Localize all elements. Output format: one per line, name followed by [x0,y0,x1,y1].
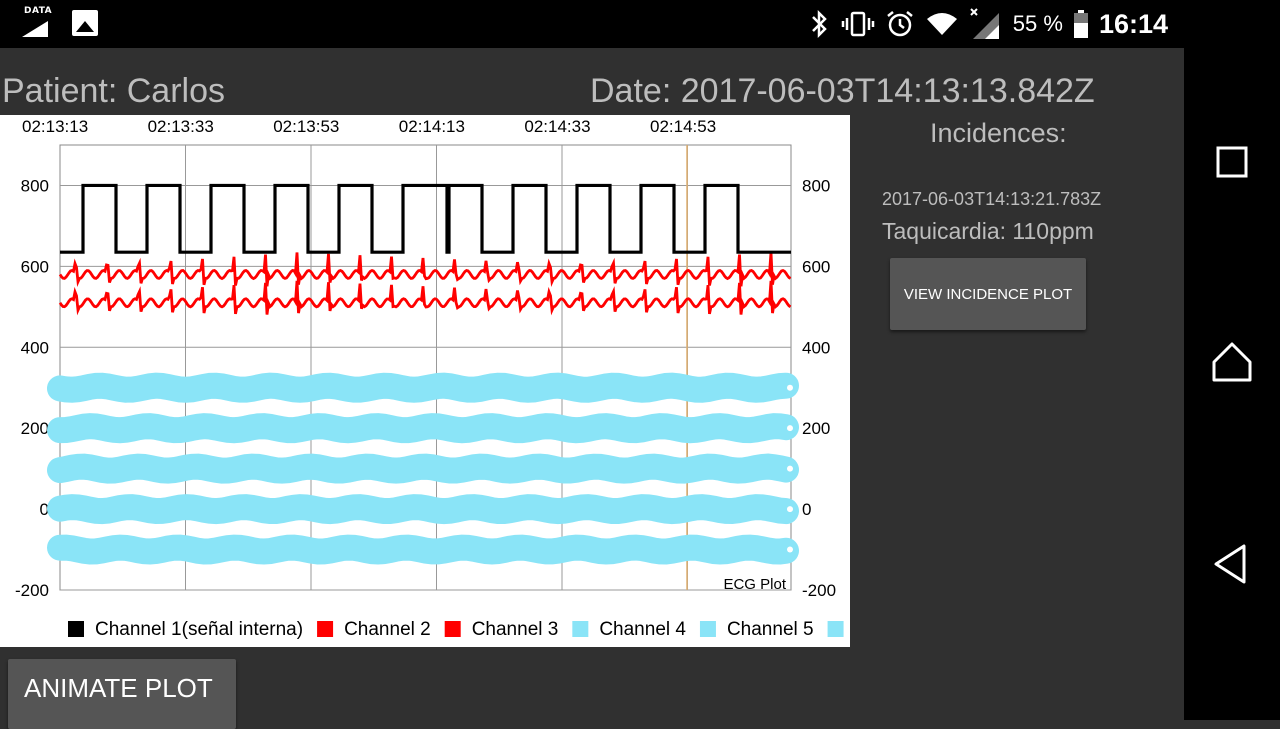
legend-swatch [68,621,84,637]
legend-label: Channel 5 [727,619,814,640]
recents-icon[interactable] [1208,138,1256,186]
alarm-icon [887,11,913,37]
time-tick-label: 02:13:33 [148,117,214,136]
channel-1-line [60,183,791,254]
data-label: DATA [24,6,53,16]
incidence-description: Taquicardia: 110ppm [882,218,1094,244]
status-bar: DATA 55 % 16:14 [0,0,1184,48]
time-tick-label: 02:14:33 [524,117,590,136]
y-tick-label-left: 400 [21,338,49,357]
bluetooth-icon [811,9,827,39]
wifi-icon [926,13,957,35]
legend-label: Channel 1(señal interna) [95,619,303,640]
y-tick-label-left: -200 [15,581,49,600]
animate-plot-button[interactable]: ANIMATE PLOT [8,659,236,729]
clock: 16:14 [1098,8,1168,39]
patient-name: Patient: Carlos [2,72,225,110]
y-tick-label-right: -200 [802,581,836,600]
channel-4-5-band [47,534,799,565]
channel-4-5-band [47,413,799,444]
channel-3-line [58,280,792,316]
band-end-dot [787,425,793,432]
y-tick-label-right: 0 [802,500,811,519]
home-icon[interactable] [1208,338,1256,386]
incidence-date: 2017-06-03T14:13:21.783Z [882,189,1102,209]
y-tick-label-right: 400 [802,338,830,357]
y-tick-label-left: 600 [21,257,49,276]
legend-swatch [827,621,844,637]
band-end-dot [787,506,793,513]
battery-percent: 55 % [1012,11,1063,36]
ecg-chart: 02:13:13 02:13:33 02:13:53 02:14:13 02:14:33… [15,117,844,640]
y-tick-label-left: 200 [21,419,49,438]
channel-2-line [58,252,792,287]
channel-4-5-band [47,453,799,484]
time-tick-label: 02:13:13 [22,117,88,136]
image-icon [72,10,98,36]
vibrate-icon [841,11,875,37]
legend-swatch [699,621,716,637]
chart-title: ECG Plot [723,576,786,593]
channel-4-5-band [47,494,799,525]
legend-swatch [317,621,334,637]
time-tick-label: 02:13:53 [273,117,339,136]
band-end-dot [787,546,793,553]
battery-icon [1073,10,1088,38]
legend-label: Channel 4 [599,619,686,640]
y-tick-label-left: 800 [21,176,49,195]
ecg-chart-panel: 02:13:13 02:13:33 02:13:53 02:14:13 02:14:33… [0,115,850,647]
legend-swatch [444,621,461,637]
channel-4-5-band [47,372,799,403]
legend-swatch [572,621,589,637]
main-content: Patient: Carlos Date: 2017-06-03T14:13:1… [0,48,1184,729]
legend-label: Channel 3 [472,619,559,640]
record-date: Date: 2017-06-03T14:13:13.842Z [590,72,1095,110]
y-tick-label-right: 200 [802,419,830,438]
view-incidence-plot-button[interactable]: VIEW INCIDENCE PLOT [890,258,1086,330]
signal-icon [970,8,999,39]
data-icon: DATA [22,6,53,38]
time-tick-label: 02:14:13 [399,117,465,136]
band-end-dot [787,384,793,391]
incidences-title: Incidences: [930,118,1067,148]
y-tick-label-right: 800 [802,176,830,195]
navigation-bar [1184,0,1280,720]
y-tick-label-right: 600 [802,257,830,276]
band-end-dot [787,465,793,472]
legend-label: Channel 2 [344,619,431,640]
time-tick-label: 02:14:53 [650,117,716,136]
back-icon[interactable] [1208,540,1256,588]
